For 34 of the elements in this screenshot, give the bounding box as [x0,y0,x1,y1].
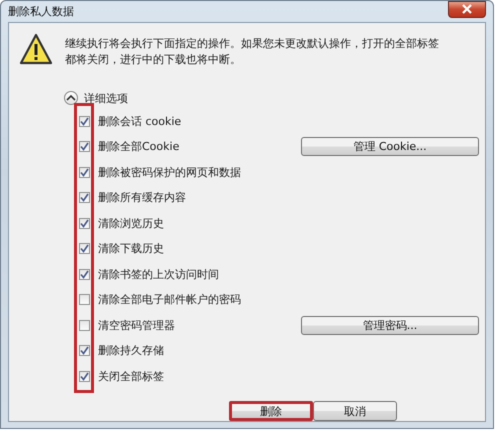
close-button[interactable] [448,0,486,18]
option-label: 清除下载历史 [98,241,165,256]
checkbox[interactable] [78,192,90,204]
warning-message: 继续执行将会执行下面指定的操作。如果您未更改默认操作，打开的全部标签都将关闭，进行中的下载也将中断。 [65,36,440,68]
checkbox[interactable] [78,218,90,229]
checkbox[interactable] [78,370,90,382]
checkbox[interactable] [78,243,90,254]
option-label: 关闭全部标签 [98,368,165,384]
option-label: 删除所有缓存内容 [98,190,187,206]
option-label: 删除全部Cookie [98,139,180,154]
checkbox[interactable] [78,294,90,306]
window-title: 删除私人数据 [8,4,74,19]
option-label: 清除全部电子邮件帐户的密码 [98,292,242,308]
close-icon [461,4,473,14]
checkbox[interactable] [78,268,90,280]
checkbox[interactable] [78,116,90,127]
option-label: 删除会话 cookie [98,114,182,129]
option-label: 删除被密码保护的网页和数据 [98,164,242,180]
warning-icon [19,32,53,64]
dialog-button[interactable]: 删除 [229,401,313,421]
chevron-up-icon [66,94,76,102]
option-label: 清除书签的上次访问时间 [98,266,220,282]
manage-button[interactable]: 管理 Cookie... [301,137,479,156]
details-label: 详细选项 [84,90,128,106]
option-label: 清除浏览历史 [98,216,165,231]
checkbox[interactable] [78,166,90,178]
collapse-toggle[interactable] [64,91,78,105]
checkbox[interactable] [78,345,90,356]
checkbox[interactable] [78,141,90,152]
option-label: 清空密码管理器 [98,318,176,333]
manage-button[interactable]: 管理密码... [301,316,479,335]
checkbox[interactable] [78,320,90,331]
option-label: 删除持久存储 [98,343,165,358]
dialog-button[interactable]: 取消 [313,401,397,421]
